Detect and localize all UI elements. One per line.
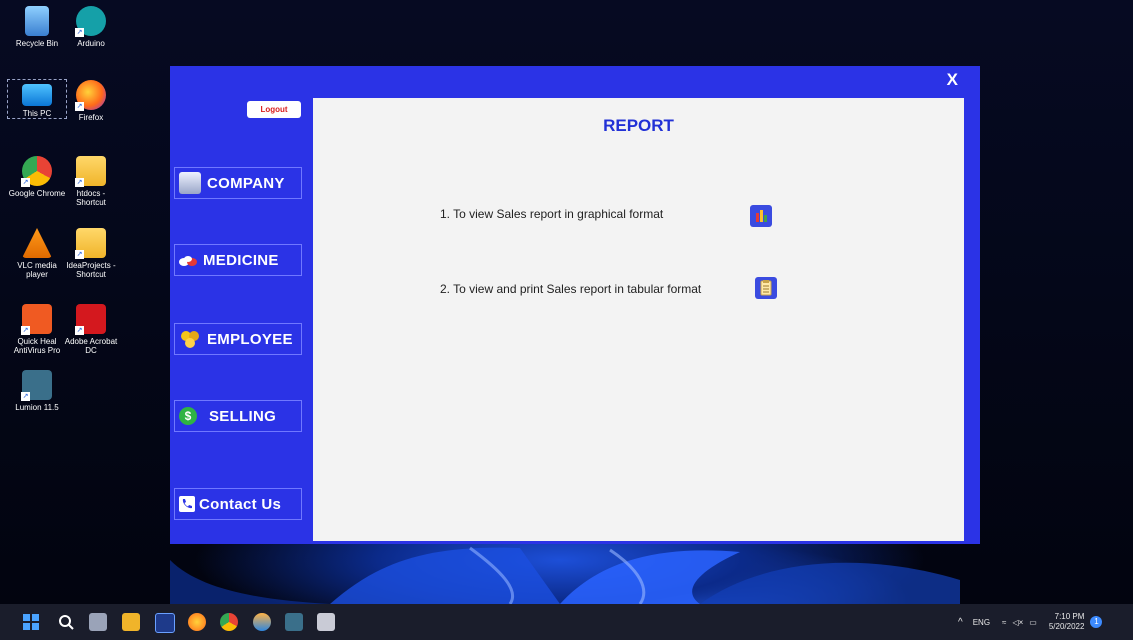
arduino-icon: ↗ [75,6,106,37]
desktop-icon-recycle-bin[interactable]: Recycle Bin [8,6,66,48]
desktop-icon-lumion[interactable]: ↗ Lumion 11.5 [8,370,66,412]
bar-chart-icon [756,210,767,222]
recycle-bin-icon [25,6,49,36]
desktop-icon-ideaprojects[interactable]: ↗ IdeaProjects - Shortcut [62,228,120,279]
system-tray: ^ ENG ≈ ◁× ▭ 7:10 PM 5/20/2022 1 [958,604,1103,640]
dollar-icon: $ [179,407,197,425]
folder-icon: ↗ [75,228,106,259]
desktop-icon-firefox[interactable]: ↗ Firefox [62,80,120,122]
firefox-taskbar-icon[interactable] [188,613,206,631]
desktop-icon-vlc[interactable]: VLC media player [8,228,66,279]
nav-medicine-button[interactable]: MEDICINE [174,244,302,276]
nav-company-button[interactable]: COMPANY [174,167,302,199]
shortcut-arrow-icon: ↗ [75,326,84,335]
acrobat-icon: ↗ [75,304,106,335]
shortcut-arrow-icon: ↗ [75,250,84,259]
phone-icon [179,496,195,512]
firefox-icon: ↗ [75,80,106,111]
clipboard-icon [760,280,772,296]
nav-label: COMPANY [207,174,285,192]
desktop-icon-label: This PC [22,109,52,118]
folder-icon: ↗ [75,156,106,187]
shortcut-arrow-icon: ↗ [75,28,84,37]
taskbar: ^ ENG ≈ ◁× ▭ 7:10 PM 5/20/2022 1 [0,604,1133,640]
nav-label: EMPLOYEE [207,330,293,348]
quick-heal-icon: ↗ [21,304,52,335]
lumion-icon: ↗ [21,370,52,401]
battery-icon[interactable]: ▭ [1029,618,1037,627]
medicine-icon [179,254,197,266]
desktop-icon-label: htdocs - Shortcut [76,189,106,207]
desktop-icon-arduino[interactable]: ↗ Arduino [62,6,120,48]
desktop-icon-htdocs[interactable]: ↗ htdocs - Shortcut [62,156,120,207]
app-icon[interactable] [155,613,175,633]
report-title: REPORT [603,116,674,135]
desktop-icon-label: Google Chrome [8,189,66,198]
graphical-report-button[interactable] [750,205,772,227]
windows-start-icon[interactable] [22,613,40,631]
date-text: 5/20/2022 [1048,622,1085,631]
desktop-icon-label: VLC media player [17,261,57,279]
report-row-graphical-label: 1. To view Sales report in graphical for… [440,207,664,221]
file-explorer-icon[interactable] [122,613,140,631]
monitor-icon [22,84,52,106]
wifi-icon[interactable]: ≈ [1002,618,1006,627]
desktop-icon-label: IdeaProjects - Shortcut [66,261,116,279]
close-button[interactable]: X [947,70,958,90]
task-view-icon[interactable] [89,613,107,631]
nav-employee-button[interactable]: EMPLOYEE [174,323,302,355]
shortcut-arrow-icon: ↗ [21,326,30,335]
report-panel: REPORT 1. To view Sales report in graphi… [313,98,964,541]
lumion-taskbar-icon[interactable] [285,613,303,631]
volume-icon[interactable]: ◁× [1012,618,1023,627]
report-row-tabular-label: 2. To view and print Sales report in tab… [440,282,702,296]
shortcut-arrow-icon: ↗ [21,178,30,187]
nav-contact-button[interactable]: Contact Us [174,488,302,520]
desktop-icon-label: Firefox [78,113,104,122]
desktop-icon-this-pc[interactable]: This PC [7,79,67,119]
desktop-icon-label: Adobe Acrobat DC [64,337,118,355]
desktop-icon-label: Lumion 11.5 [15,403,59,412]
desktop-icon-acrobat[interactable]: ↗ Adobe Acrobat DC [62,304,120,355]
desktop-icon-label: Quick Heal AntiVirus Pro [13,337,61,355]
app-taskbar-icon[interactable] [253,613,271,631]
vlc-cone-icon [22,228,52,258]
logout-button[interactable]: Logout [247,101,301,118]
clock[interactable]: 7:10 PM 5/20/2022 [1049,612,1085,632]
time-text: 7:10 PM [1054,612,1085,621]
pharmacy-app-window: X Logout COMPANY MEDICINE EMPLOYEE $ SEL… [170,66,980,544]
notification-badge[interactable]: 1 [1090,616,1103,628]
shortcut-arrow-icon: ↗ [21,392,30,401]
shortcut-arrow-icon: ↗ [75,102,84,111]
desktop-icon-chrome[interactable]: ↗ Google Chrome [8,156,66,198]
employees-icon [179,328,201,350]
java-app-taskbar-icon[interactable] [317,613,335,631]
desktop-icon-label: Arduino [77,39,105,48]
chevron-up-icon[interactable]: ^ [958,617,963,628]
shortcut-arrow-icon: ↗ [75,178,84,187]
building-icon [179,172,201,194]
search-icon[interactable] [57,613,75,631]
language-indicator[interactable]: ENG [973,618,990,627]
desktop-icon-quick-heal[interactable]: ↗ Quick Heal AntiVirus Pro [8,304,66,355]
desktop-icon-label: Recycle Bin [15,39,59,48]
tabular-report-button[interactable] [755,277,777,299]
chrome-taskbar-icon[interactable] [220,613,238,631]
chrome-icon: ↗ [21,156,52,187]
nav-label: Contact Us [199,495,282,513]
nav-label: MEDICINE [203,251,279,269]
nav-selling-button[interactable]: $ SELLING [174,400,302,432]
nav-label: SELLING [209,407,277,425]
